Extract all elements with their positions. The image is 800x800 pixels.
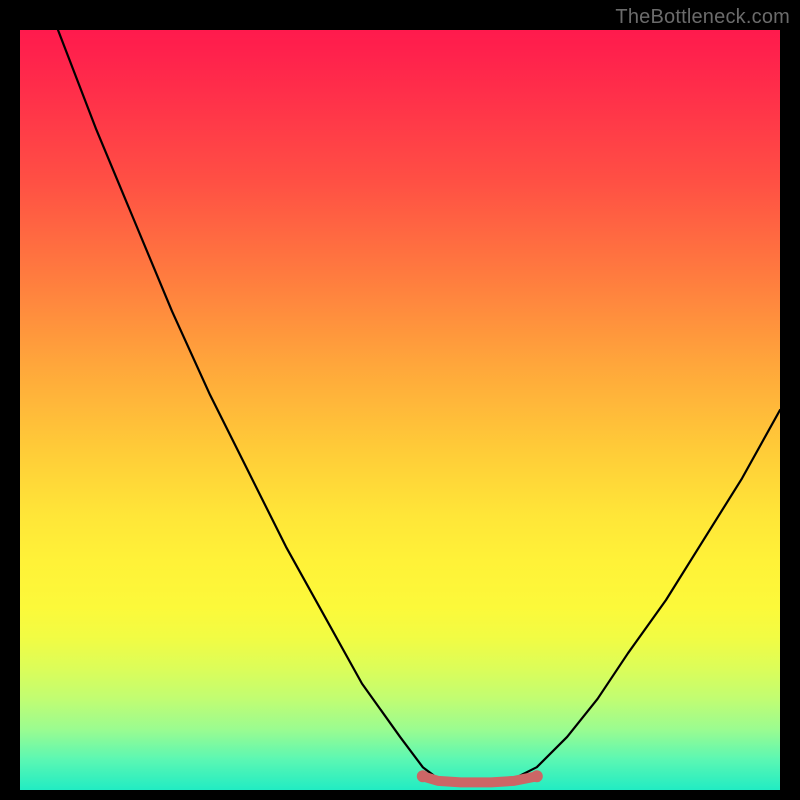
curve-flat-segment [423,776,537,782]
chart-svg [20,30,780,790]
flat-segment-endpoint [531,770,543,782]
flat-segment-endpoint [417,770,429,782]
watermark-text: TheBottleneck.com [615,6,790,29]
chart-area [20,30,780,790]
curve-main [58,30,780,782]
